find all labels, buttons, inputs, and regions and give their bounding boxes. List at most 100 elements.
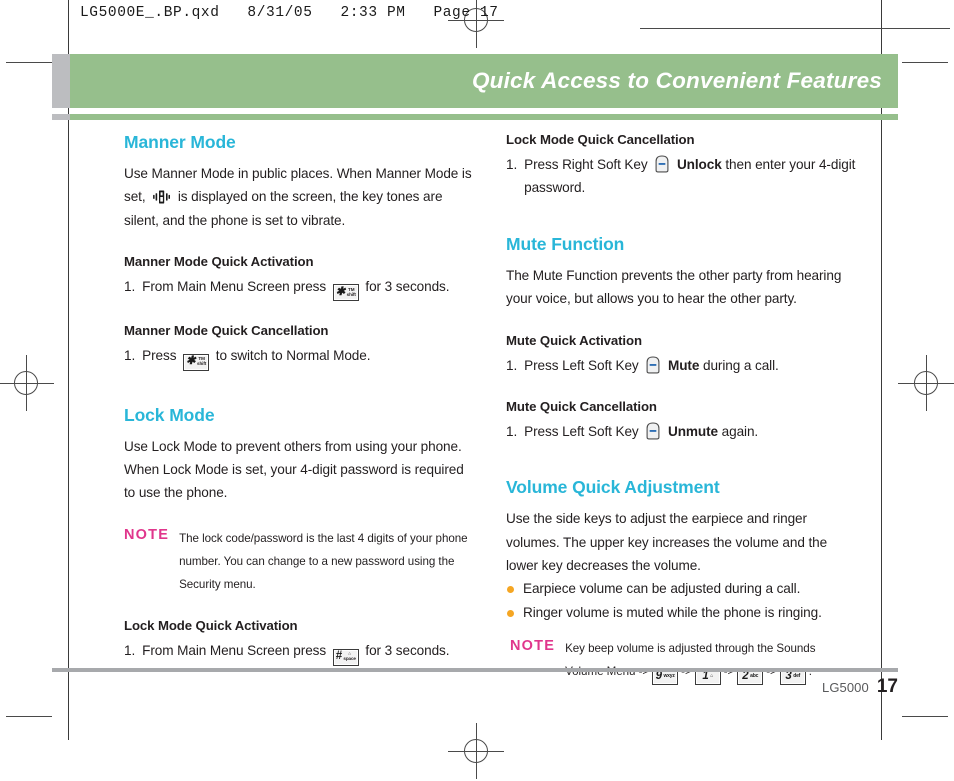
trim-mark-top-left xyxy=(6,62,52,64)
slug-rule xyxy=(640,28,950,30)
mute-cancellation-step: 1. Press Left Soft Key Unmute again. xyxy=(506,420,856,443)
star-key-icon: ✱ TM shift xyxy=(332,284,359,302)
step-text-part2: again. xyxy=(721,423,759,439)
step-number: 1. xyxy=(506,357,518,373)
step-number: 1. xyxy=(124,643,136,659)
soft-key-icon xyxy=(646,355,660,374)
step-text-part2: during a call. xyxy=(703,357,779,373)
file-slug-line: LG5000E_.BP.qxd 8/31/05 2:33 PM Page 17 xyxy=(80,5,499,21)
step-number: 1. xyxy=(124,348,136,364)
vibrate-icon xyxy=(152,188,171,206)
left-column: Manner Mode Use Manner Mode in public pl… xyxy=(124,132,474,666)
page-title: Quick Access to Convenient Features xyxy=(471,68,882,93)
digit-key-2-main: 2 xyxy=(742,669,749,682)
subheading-manner-mode-quick-activation: Manner Mode Quick Activation xyxy=(124,254,314,270)
footer-rule xyxy=(52,668,898,672)
banner-underline-tab xyxy=(52,114,70,120)
note-text: Key beep volume is adjusted through the … xyxy=(565,638,856,685)
digit-key-2-sub: abc xyxy=(750,672,759,679)
soft-key-icon xyxy=(655,155,669,173)
pound-key-main: # xyxy=(335,650,342,663)
step-text-part2: for 3 seconds. xyxy=(365,279,450,295)
volume-adjustment-description: Use the side keys to adjust the earpiece… xyxy=(506,511,828,573)
subheading-mute-quick-activation: Mute Quick Activation xyxy=(506,332,642,348)
digit-key-1-main: 1 xyxy=(702,669,709,682)
volume-bullet-text: Earpiece volume can be adjusted during a… xyxy=(523,581,801,597)
footer-page-number: 17 xyxy=(876,676,898,697)
registration-mark-left xyxy=(0,355,54,411)
step-text-part2: for 3 seconds. xyxy=(365,643,450,659)
registration-mark-bottom xyxy=(448,723,504,779)
star-key-icon: ✱ TM shift xyxy=(183,353,210,371)
step-text-part1: Press xyxy=(142,348,177,364)
subheading-lock-mode-quick-activation: Lock Mode Quick Activation xyxy=(124,618,298,634)
step-text: From Main Menu Screen press # ⌂ space fo… xyxy=(142,639,474,666)
banner-underline xyxy=(52,114,898,120)
banner-underline-body xyxy=(70,114,898,120)
subheading-mute-quick-cancellation: Mute Quick Cancellation xyxy=(506,398,657,414)
mute-activation-step: 1. Press Left Soft Key Mute during a cal… xyxy=(506,354,856,377)
star-key-main: ✱ xyxy=(185,355,196,368)
pound-key-icon: # ⌂ space xyxy=(332,648,359,666)
lock-mode-activation-step: 1. From Main Menu Screen press # ⌂ space… xyxy=(124,639,474,666)
section-heading-mute-function: Mute Function xyxy=(506,233,625,254)
note-label: NOTE xyxy=(510,638,556,655)
lock-mode-cancellation-step: 1. Press Right Soft Key Unlock then ente… xyxy=(506,153,856,200)
step-bold-action: Unlock xyxy=(676,157,722,172)
star-key-sub-bottom: shift xyxy=(346,291,356,297)
volume-bullet-text: Ringer volume is muted while the phone i… xyxy=(523,604,822,620)
footer-model-name: LG5000 xyxy=(821,680,869,695)
banner-left-tab xyxy=(52,54,70,108)
bullet-dot-icon xyxy=(507,609,514,617)
step-text-part1: From Main Menu Screen press xyxy=(142,643,327,659)
digit-key-3-main: 3 xyxy=(785,669,792,682)
step-text-part2: to switch to Normal Mode. xyxy=(215,348,371,364)
banner-body: Quick Access to Convenient Features xyxy=(70,54,898,108)
step-text-part1: Press Left Soft Key xyxy=(524,423,639,439)
step-text-part1: Press Right Soft Key xyxy=(524,157,648,172)
lock-mode-description: Use Lock Mode to prevent others from usi… xyxy=(124,438,464,501)
subheading-manner-mode-quick-cancellation: Manner Mode Quick Cancellation xyxy=(124,323,329,339)
star-key-sublabels: TM shift xyxy=(346,287,356,298)
right-column: Lock Mode Quick Cancellation 1. Press Ri… xyxy=(506,132,856,685)
note-label: NOTE xyxy=(124,526,170,543)
digit-key-9-sub: wxyz xyxy=(663,672,675,679)
step-number: 1. xyxy=(506,157,518,172)
trim-mark-bottom-left xyxy=(6,716,52,718)
manner-mode-cancellation-step: 1. Press ✱ TM shift to switch to Normal … xyxy=(124,344,474,371)
trim-mark-bottom-right xyxy=(902,716,948,718)
volume-bullet-item: Ringer volume is muted while the phone i… xyxy=(506,601,856,624)
pound-key-sub-bottom: space xyxy=(343,656,356,662)
pound-key-sublabels: ⌂ space xyxy=(343,651,356,662)
note-text: The lock code/password is the last 4 dig… xyxy=(179,531,468,592)
manner-mode-activation-step: 1. From Main Menu Screen press ✱ TM shif… xyxy=(124,275,474,302)
step-text: Press Left Soft Key Unmute again. xyxy=(524,420,856,443)
bullet-dot-icon xyxy=(507,586,514,594)
digit-key-3-sub: def xyxy=(793,672,801,679)
note-key-beep-volume: NOTE Key beep volume is adjusted through… xyxy=(510,638,856,685)
section-heading-manner-mode: Manner Mode xyxy=(124,132,236,152)
page-footer: LG5000 17 xyxy=(822,676,898,698)
note-lock-code: NOTE The lock code/password is the last … xyxy=(124,527,474,597)
manner-mode-description: Use Manner Mode in public places. When M… xyxy=(124,162,474,232)
star-key-sub-bottom: shift xyxy=(197,361,207,367)
step-text: Press ✱ TM shift to switch to Normal Mod… xyxy=(142,344,474,371)
step-bold-action: Unmute xyxy=(667,423,718,439)
digit-key-1-sub: ⌂ xyxy=(710,672,714,679)
step-bold-action: Mute xyxy=(667,357,700,373)
mute-function-description: The Mute Function prevents the other par… xyxy=(506,267,842,307)
volume-bullet-item: Earpiece volume can be adjusted during a… xyxy=(506,577,856,600)
subheading-lock-mode-quick-cancellation: Lock Mode Quick Cancellation xyxy=(506,132,695,147)
manner-mode-description-part2: is displayed on the screen, the key tone… xyxy=(124,189,443,228)
note-text-line1: Key beep volume is adjusted through the … xyxy=(565,642,816,656)
step-number: 1. xyxy=(124,279,136,295)
soft-key-icon xyxy=(646,422,660,440)
step-number: 1. xyxy=(506,423,518,439)
step-text: Press Right Soft Key Unlock then enter y… xyxy=(524,153,856,200)
section-heading-volume-quick-adjustment: Volume Quick Adjustment xyxy=(506,477,720,498)
step-text: Press Left Soft Key Mute during a call. xyxy=(524,354,856,377)
page-title-banner: Quick Access to Convenient Features xyxy=(52,54,898,108)
step-text-part1: Press Left Soft Key xyxy=(524,357,639,373)
section-heading-lock-mode: Lock Mode xyxy=(124,404,215,425)
digit-key-9-main: 9 xyxy=(655,669,662,682)
